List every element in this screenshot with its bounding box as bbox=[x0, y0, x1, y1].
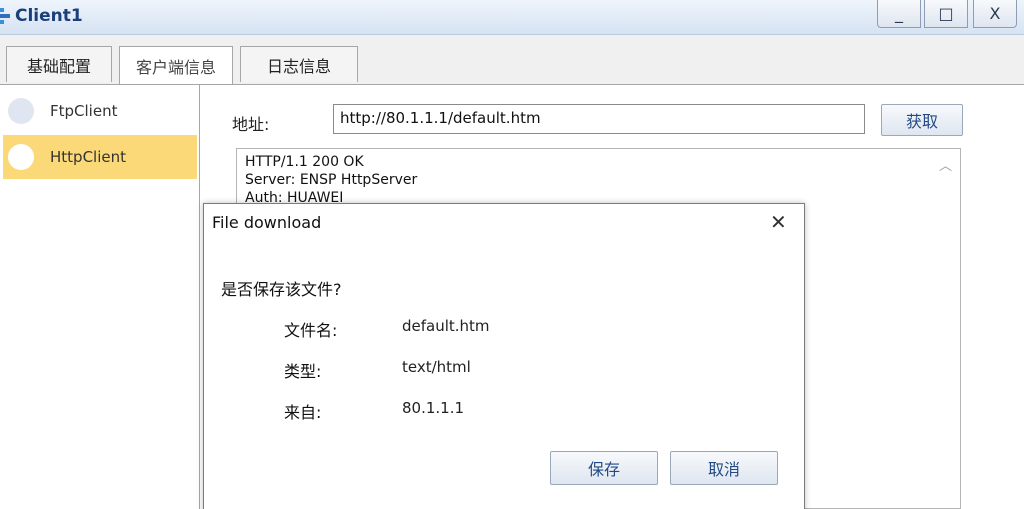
file-download-dialog: File download ✕ 是否保存该文件? 文件名: default.ht… bbox=[203, 203, 805, 509]
save-button[interactable]: 保存 bbox=[550, 451, 658, 485]
minimize-button[interactable]: _ bbox=[877, 0, 921, 28]
list-item-ftpclient[interactable]: FtpClient bbox=[3, 89, 197, 133]
tab-client-info[interactable]: 客户端信息 bbox=[119, 46, 233, 84]
client-status-icon bbox=[8, 144, 34, 170]
fetch-button[interactable]: 获取 bbox=[881, 104, 963, 136]
list-item-httpclient[interactable]: HttpClient bbox=[3, 135, 197, 179]
window-title: Client1 bbox=[15, 6, 83, 26]
app-icon bbox=[0, 8, 10, 24]
cancel-button[interactable]: 取消 bbox=[670, 451, 778, 485]
tab-basic-config[interactable]: 基础配置 bbox=[6, 46, 112, 82]
from-value: 80.1.1.1 bbox=[402, 399, 465, 417]
from-label: 来自: bbox=[284, 403, 322, 422]
client-status-icon bbox=[8, 98, 34, 124]
client-list: FtpClient HttpClient bbox=[0, 85, 200, 509]
title-bar[interactable]: Client1 _ □ X bbox=[0, 0, 1024, 35]
list-item-label: HttpClient bbox=[50, 148, 126, 166]
list-item-label: FtpClient bbox=[50, 102, 118, 120]
client-window: Client1 _ □ X 基础配置 客户端信息 日志信息 FtpClient … bbox=[0, 0, 1024, 509]
close-button[interactable]: X bbox=[973, 0, 1017, 28]
dialog-close-icon[interactable]: ✕ bbox=[770, 210, 787, 234]
filename-label: 文件名: bbox=[284, 321, 338, 340]
response-line: HTTP/1.1 200 OK bbox=[245, 154, 364, 170]
filename-value: default.htm bbox=[402, 317, 490, 335]
response-line: Server: ENSP HttpServer bbox=[245, 172, 418, 188]
address-label: 地址: bbox=[232, 115, 270, 134]
minimize-icon: _ bbox=[895, 4, 903, 23]
tab-bar: 基础配置 客户端信息 日志信息 bbox=[0, 46, 1024, 84]
address-input[interactable]: http://80.1.1.1/default.htm bbox=[333, 104, 865, 134]
tab-log-info[interactable]: 日志信息 bbox=[240, 46, 358, 82]
type-value: text/html bbox=[402, 358, 471, 376]
type-label: 类型: bbox=[284, 362, 322, 381]
maximize-button[interactable]: □ bbox=[924, 0, 968, 28]
scroll-up-icon[interactable]: ︿ bbox=[939, 155, 952, 174]
save-question: 是否保存该文件? bbox=[221, 280, 342, 299]
close-icon: X bbox=[989, 4, 1001, 23]
dialog-title: File download bbox=[212, 213, 322, 232]
maximize-icon: □ bbox=[938, 4, 954, 23]
